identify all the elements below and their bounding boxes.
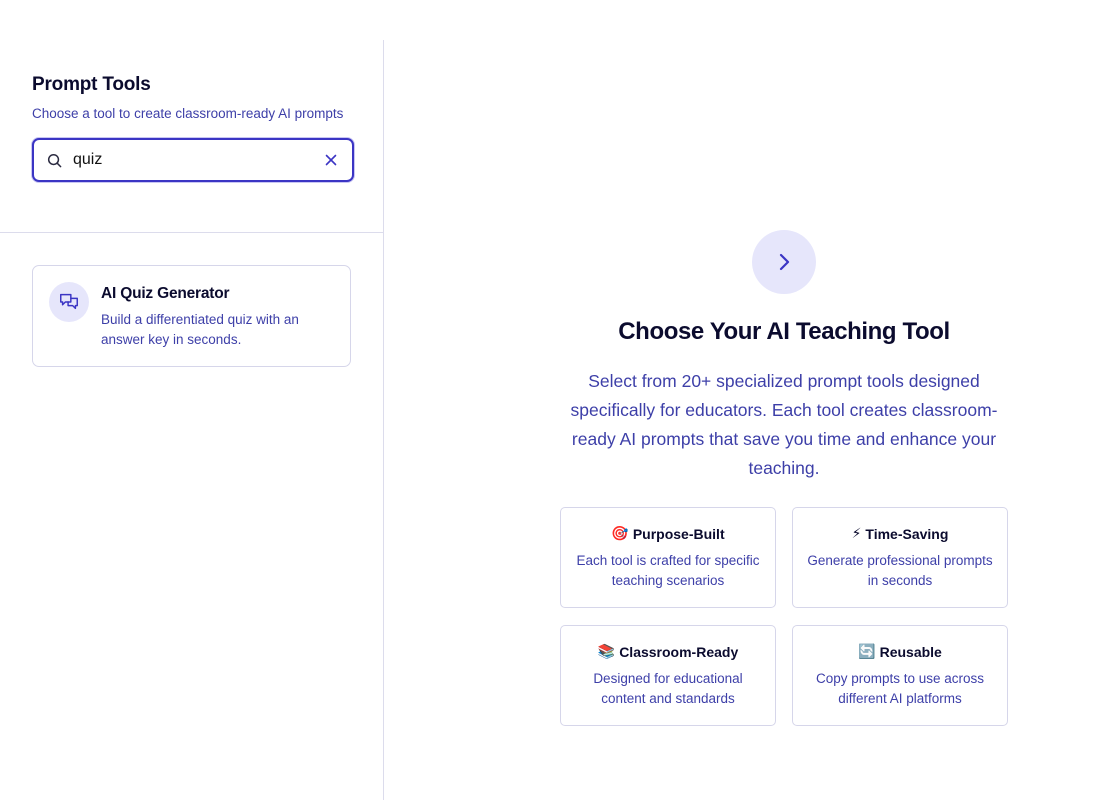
feature-card: 🎯 Purpose-Built Each tool is crafted for… xyxy=(560,507,776,608)
sidebar: Prompt Tools Choose a tool to create cla… xyxy=(0,40,384,800)
feature-title: Purpose-Built xyxy=(632,525,725,542)
feature-grid: 🎯 Purpose-Built Each tool is crafted for… xyxy=(560,507,1008,726)
main-panel: Choose Your AI Teaching Tool Select from… xyxy=(385,40,1120,800)
result-description: Build a differentiated quiz with an answ… xyxy=(101,312,299,347)
result-text: AI Quiz Generator Build a differentiated… xyxy=(101,282,321,350)
search-icon xyxy=(46,152,62,168)
sidebar-header: Prompt Tools Choose a tool to create cla… xyxy=(0,40,383,233)
main-description: Select from 20+ specialized prompt tools… xyxy=(570,371,998,478)
clear-search-button[interactable] xyxy=(322,151,340,169)
feature-description: Generate professional prompts in seconds xyxy=(807,553,993,588)
search-results: AI Quiz Generator Build a differentiated… xyxy=(0,233,383,399)
books-icon: 📚 xyxy=(597,643,616,659)
feature-description: Copy prompts to use across different AI … xyxy=(815,671,985,706)
feature-title: Reusable xyxy=(879,643,942,660)
feature-description: Designed for educational content and sta… xyxy=(593,671,743,706)
target-icon: 🎯 xyxy=(611,525,629,541)
repeat-icon: 🔄 xyxy=(858,643,876,659)
result-card-ai-quiz-generator[interactable]: AI Quiz Generator Build a differentiated… xyxy=(32,265,351,367)
feature-card: 📚 Classroom-Ready Designed for education… xyxy=(560,625,776,726)
feature-title: Classroom-Ready xyxy=(619,643,739,660)
result-title: AI Quiz Generator xyxy=(101,285,230,302)
search-input[interactable] xyxy=(73,151,322,169)
feature-card: 🔄 Reusable Copy prompts to use across di… xyxy=(792,625,1008,726)
main-title: Choose Your AI Teaching Tool xyxy=(618,318,950,345)
chat-bubbles-icon xyxy=(49,282,89,322)
close-icon xyxy=(325,154,337,166)
feature-description: Each tool is crafted for specific teachi… xyxy=(576,553,760,588)
feature-title: Time-Saving xyxy=(865,525,949,542)
feature-card: ⚡ Time-Saving Generate professional prom… xyxy=(792,507,1008,608)
sidebar-title: Prompt Tools xyxy=(32,74,151,95)
search-box[interactable] xyxy=(32,138,354,182)
sidebar-subtitle: Choose a tool to create classroom-ready … xyxy=(32,106,344,121)
lightning-icon: ⚡ xyxy=(851,525,862,541)
chevron-right-icon xyxy=(752,230,816,294)
